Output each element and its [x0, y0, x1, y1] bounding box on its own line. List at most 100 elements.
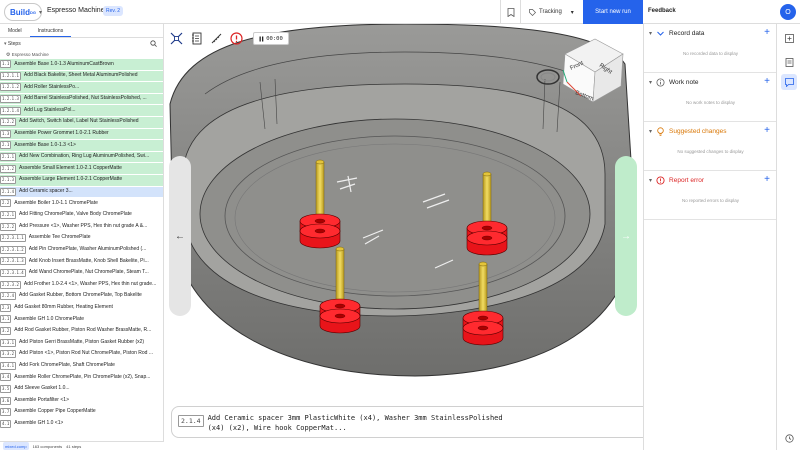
step-number: 3.3.2 — [0, 350, 17, 359]
step-row[interactable]: 3.4 Assemble Roller ChromePlate, Pin Chro… — [0, 372, 163, 384]
step-row[interactable]: 3.3.2 Add Piston <1>, Piston Rod Nut Chro… — [0, 349, 163, 361]
step-row[interactable]: 2.3 Add Gasket 80mm Rubber, Heating Eleme… — [0, 302, 163, 315]
measure-tool-button[interactable] — [209, 31, 224, 46]
step-row[interactable]: 1.2.1.4 Add Lug StainlessPol... — [0, 105, 163, 117]
step-row[interactable]: 2.1.2 Assemble Small Element 1.0-2.1 Copp… — [0, 163, 163, 175]
chevron-icon — [657, 31, 664, 36]
avatar[interactable]: O — [780, 4, 796, 20]
add-icon[interactable]: + — [764, 125, 770, 136]
next-step-button[interactable]: → — [615, 156, 637, 316]
step-number: 2.2.3.1.3 — [0, 257, 26, 266]
previous-step-button[interactable]: ← — [169, 156, 191, 316]
step-row[interactable]: 2.2.1 Add Fitting ChromePlate, Valve Body… — [0, 210, 163, 222]
app-root: Build DG ▾ Espresso Machine Rev. 2 Trackin… — [0, 0, 800, 450]
step-label: Add Piston Gerri BrassMatte, Piston Gask… — [19, 338, 145, 345]
step-row[interactable]: 1.1 Assemble Base 1.0-1.3 AluminumCastBro… — [0, 59, 163, 71]
tab-instructions[interactable]: Instructions — [29, 24, 72, 37]
step-label: Assemble GH 1.0 ChromePlate — [14, 315, 84, 322]
start-new-run-button[interactable]: Start new run — [583, 0, 643, 24]
step-row[interactable]: 2.2.2 Add Pressure <1>, Washer PPS, Hex t… — [0, 221, 163, 233]
feedback-section-header[interactable]: ▾ Record data — [649, 29, 704, 38]
revision-badge[interactable]: Rev. 2 — [103, 6, 124, 16]
step-label: Add Switch, Switch label, Label Nut Stai… — [19, 118, 139, 125]
feedback-panel: ▾ Record data + No recorded data to display… — [643, 24, 776, 450]
step-label: Add Frother 1.0-2.4 <1>, Washer PPS, Hex… — [23, 280, 157, 287]
feedback-empty-text: No reported errors to display — [681, 198, 740, 203]
step-row[interactable]: 2.1 Assemble Base 1.0-1.3 <1> — [0, 140, 163, 152]
step-number: 3.1 — [0, 315, 12, 324]
add-icon[interactable]: + — [764, 27, 770, 38]
search-icon[interactable] — [150, 40, 157, 47]
feedback-rail-button[interactable] — [781, 74, 797, 90]
step-row[interactable]: 2.2.3.2 Add Frother 1.0-2.4 <1>, Washer P… — [0, 279, 163, 291]
tracking-label: Tracking — [539, 9, 562, 15]
step-number: 2.1.1 — [0, 153, 17, 162]
step-row[interactable]: 1.2.2 Add Switch, Switch label, Label Nut… — [0, 116, 163, 129]
add-panel-button[interactable] — [781, 30, 797, 46]
steps-heading: Steps — [7, 41, 21, 47]
step-row[interactable]: 3.2 Add Rod Gasket Rubber, Piston Rod Was… — [0, 326, 163, 338]
step-row[interactable]: 2.2.3.1.2 Add Pin ChromePlate, Washer Alu… — [0, 245, 163, 257]
brand-menu-button[interactable]: Build DG ▾ — [4, 3, 42, 21]
panel-footer: mixed.comp 163 components 41 steps — [0, 441, 164, 450]
step-number: 2.2.3.1.2 — [0, 245, 26, 254]
error-icon — [656, 176, 665, 185]
step-row[interactable]: 2.2.3.1.1 Assemble Tee ChromePlate — [0, 233, 163, 245]
step-row[interactable]: 3.1 Assemble GH 1.0 ChromePlate — [0, 314, 163, 326]
step-number: 2.2 — [0, 199, 12, 208]
panel-tabs: Model Instructions — [0, 24, 163, 38]
step-row[interactable]: 1.2.1.1 Add Black Bakelite, Sheet Metal A… — [0, 70, 163, 83]
step-label: Assemble Portafilter <1> — [14, 396, 69, 403]
step-row[interactable]: 2.1.3 Assemble Large Element 1.0-2.1 Copp… — [0, 174, 163, 187]
step-label: Assemble Base 1.0-1.3 <1> — [14, 141, 76, 148]
step-number: 2.1 — [0, 141, 12, 150]
step-row[interactable]: 3.5 Add Sleeve Gasket 1.0... — [0, 384, 163, 396]
step-row[interactable]: 1.2.1.2 Add Roller StainlessPo... — [0, 82, 163, 94]
tree-root-item[interactable]: ⚙ Espresso Machine — [0, 50, 163, 59]
tab-model[interactable]: Model — [0, 24, 30, 37]
step-row[interactable]: 2.2 Assemble Boiler 1.0-1.1 ChromePlate — [0, 198, 163, 210]
step-row[interactable]: 3.4.1 Add Fork ChromePlate, Shaft ChromeP… — [0, 360, 163, 373]
collapse-icon[interactable]: ▾ — [4, 41, 7, 47]
step-row[interactable]: 2.1.1 Add New Combination, Ring Lug Alumi… — [0, 151, 163, 164]
step-row[interactable]: 4.1 Assemble GH 1.0 <1> — [0, 418, 163, 430]
right-rail — [776, 24, 800, 450]
feedback-empty-text: No recorded data to display — [682, 51, 739, 56]
step-row[interactable]: 3.3.1 Add Piston Gerri BrassMatte, Piston… — [0, 337, 163, 349]
step-number: 1.2.1.3 — [0, 95, 21, 104]
tag-icon — [529, 8, 536, 16]
tracking-button[interactable]: Tracking ▾ — [520, 0, 583, 24]
contents-button[interactable] — [781, 54, 797, 70]
run-timer[interactable]: 00:00 — [253, 32, 289, 45]
step-label: Add Sleeve Gasket 1.0... — [14, 385, 70, 392]
step-row[interactable]: 3.7 Assemble Copper Pipe CopperMatte — [0, 407, 163, 419]
3d-viewport[interactable]: Front Right Bottom 00:00 ← → 2.1.4 Add C… — [165, 24, 643, 450]
step-row[interactable]: 3.6 Assemble Portafilter <1> — [0, 395, 163, 407]
step-number: 3.3.1 — [0, 338, 17, 347]
feedback-section: ▾ Record data + No recorded data to display — [644, 24, 776, 73]
step-row[interactable]: 2.2.3.1.3 Add Knob Insert BrassMatte, Kno… — [0, 256, 163, 268]
step-row[interactable]: 2.2.4 Add Gasket Rubber, Bottom ChromePla… — [0, 291, 163, 303]
report-error-tool-button[interactable] — [229, 31, 244, 46]
feedback-section-header[interactable]: ▾ Report error — [649, 176, 704, 185]
step-number: 2.2.1 — [0, 211, 17, 220]
step-row[interactable]: 1.3 Assemble Power Grommet 1.0-2.1 Rubber — [0, 128, 163, 141]
feedback-section-header[interactable]: ▾ Suggested changes — [649, 127, 726, 136]
add-icon[interactable]: + — [764, 76, 770, 87]
bookmark-button[interactable] — [500, 0, 520, 24]
add-icon[interactable]: + — [764, 174, 770, 185]
feedback-section-header[interactable]: ▾ Work note — [649, 78, 699, 87]
notes-tool-button[interactable] — [189, 31, 204, 46]
history-button[interactable] — [781, 430, 797, 446]
step-row[interactable]: 2.2.3.1.4 Add Wand ChromePlate, Nut Chrom… — [0, 268, 163, 280]
step-number: 1.1 — [0, 60, 12, 69]
step-label: Add Fitting ChromePlate, Valve Body Chro… — [19, 211, 132, 218]
model-render[interactable]: Front Right Bottom — [165, 24, 643, 450]
step-row[interactable]: 1.2.1.3 Add Barrel StainlessPolished, Nut… — [0, 93, 163, 106]
step-number: 1.2.2 — [0, 118, 17, 127]
chevron-down-icon: ▾ — [649, 129, 653, 135]
step-row[interactable]: 2.1.4 Add Ceramic spacer 3... — [0, 186, 163, 199]
step-label: Add Piston <1>, Piston Rod Nut ChromePla… — [19, 350, 154, 357]
step-number: 3.5 — [0, 384, 12, 393]
explode-tool-button[interactable] — [169, 31, 184, 46]
